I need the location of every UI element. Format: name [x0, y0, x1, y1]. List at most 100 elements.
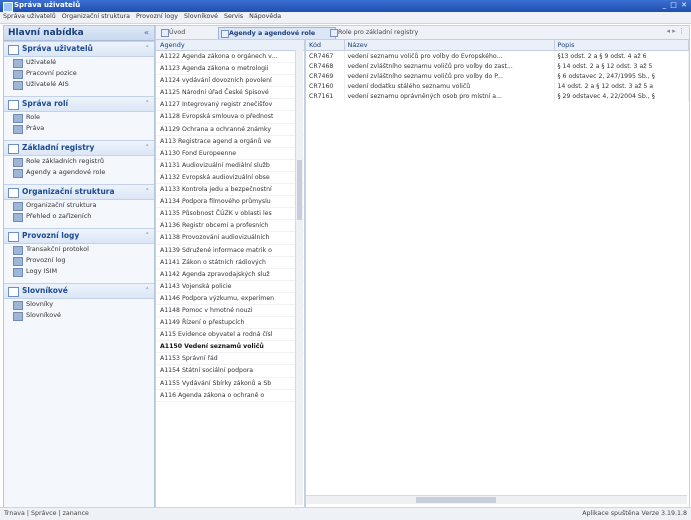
- list-item[interactable]: A1153 Správní řád: [156, 353, 304, 366]
- list-item[interactable]: A1128 Evropská smlouva o přednost: [156, 111, 304, 124]
- menu-bar: Správa uživatelů Organizační struktura Pro…: [0, 12, 691, 24]
- table-row[interactable]: CR7468 vedení zvláštního seznamu voličů p…: [306, 61, 689, 71]
- section-dictionaries[interactable]: Slovníkové ˄: [4, 283, 154, 299]
- roles-icon: [8, 100, 19, 110]
- chevron-up-icon[interactable]: ˄: [146, 141, 150, 155]
- list-item[interactable]: A1149 Řízení o přestupcích: [156, 317, 304, 330]
- nav-item-roles[interactable]: Role: [4, 112, 154, 123]
- list-item[interactable]: A1131 Audiovizuální mediální služb: [156, 160, 304, 172]
- list-item[interactable]: A1132 Evropská audiovizuální obse: [156, 172, 304, 185]
- section-logs[interactable]: Provozní logy ˄: [4, 228, 154, 244]
- list-item[interactable]: A1155 Vydávání Sbírky zákonů a Sb: [156, 378, 304, 390]
- section-label: Základní registry: [22, 143, 95, 152]
- list-item[interactable]: A116 Agenda zákona o ochraně o: [156, 390, 304, 402]
- section-label: Organizační struktura: [22, 187, 115, 196]
- tab-registry-roles[interactable]: Role pro základní registry: [328, 27, 488, 38]
- table-row[interactable]: CR7161 vedení seznamu oprávněných osob pr…: [306, 91, 689, 101]
- nav-item-isim-logs[interactable]: Logy ISIM: [4, 266, 154, 277]
- list-item[interactable]: A113 Registrace agend a orgánů ve: [156, 136, 304, 148]
- nav-item-label: Agendy a agendové role: [26, 168, 106, 176]
- user-icon: [13, 81, 23, 90]
- table-cell: § 14 odst. 2 a § 12 odst. 3 až 5: [554, 61, 689, 71]
- dictionary-icon: [13, 301, 23, 310]
- list-item[interactable]: A1143 Vojenská policie: [156, 281, 304, 293]
- list-item[interactable]: A1130 Fond Europeenne: [156, 148, 304, 160]
- section-users[interactable]: Správa uživatelů ˄: [4, 41, 154, 57]
- list-item[interactable]: A1134 Podpora filmového průmyslu: [156, 196, 304, 209]
- nav-item-agendas[interactable]: Agendy a agendové role: [4, 167, 154, 178]
- nav-item-label: Provozní log: [26, 256, 66, 264]
- list-item[interactable]: A1125 Národní úřad České Spisové: [156, 87, 304, 100]
- list-item[interactable]: A1129 Ochrana a ochranné známky: [156, 124, 304, 136]
- column-header[interactable]: Název: [344, 40, 555, 51]
- collapse-icon[interactable]: «: [144, 26, 149, 40]
- chevron-up-icon[interactable]: ˄: [146, 185, 150, 199]
- column-header[interactable]: Kód: [306, 40, 345, 51]
- table-cell: CR7468: [306, 61, 345, 71]
- section-label: Slovníkové: [22, 286, 68, 295]
- nav-item-transactions[interactable]: Transakční protokol: [4, 244, 154, 255]
- menu-item[interactable]: Provozní logy: [133, 12, 181, 20]
- chevron-up-icon[interactable]: ˄: [146, 284, 150, 298]
- nav-item-registry-roles[interactable]: Role základních registrů: [4, 156, 154, 167]
- nav-item-devices[interactable]: Přehled o zařízeních: [4, 211, 154, 222]
- list-item[interactable]: A1138 Provozování audiovizuálních: [156, 232, 304, 245]
- list-item[interactable]: A1133 Kontrola jedu a bezpečnostní: [156, 184, 304, 197]
- tab-home[interactable]: Úvod: [159, 27, 225, 38]
- nav-item-label: Role základních registrů: [26, 157, 105, 165]
- list-item[interactable]: A1150 Vedení seznamů voličů: [156, 341, 304, 354]
- list-item[interactable]: A1124 vydávání dovozních povolení: [156, 75, 304, 88]
- horizontal-scrollbar[interactable]: [306, 495, 687, 504]
- list-item[interactable]: A1135 Působnost ČÚZK v oblasti les: [156, 208, 304, 221]
- scroll-thumb[interactable]: [297, 160, 302, 220]
- list-item[interactable]: A1142 Agenda zpravodajských služ: [156, 269, 304, 281]
- list-item[interactable]: A1148 Pomoc v hmotné nouzi: [156, 305, 304, 318]
- list-item[interactable]: A1122 Agenda zákona o orgánech v...: [156, 51, 304, 64]
- nav-item-rights[interactable]: Práva: [4, 123, 154, 134]
- nav-item-dictionaries[interactable]: Slovníky: [4, 299, 154, 310]
- nav-item-org-structure[interactable]: Organizační struktura: [4, 200, 154, 211]
- list-item[interactable]: A1136 Registr obcemi a profesních: [156, 220, 304, 233]
- nav-item-dictionary-values[interactable]: Slovníkové: [4, 310, 154, 321]
- chevron-up-icon[interactable]: ˄: [146, 42, 150, 56]
- chevron-up-icon[interactable]: ˄: [146, 97, 150, 111]
- menu-item[interactable]: Slovníkové: [181, 12, 221, 20]
- users-icon: [8, 45, 19, 55]
- nav-item-label: Slovníkové: [26, 311, 62, 319]
- nav-item-ais-users[interactable]: Uživatelé AIS: [4, 79, 154, 90]
- section-roles[interactable]: Správa rolí ˄: [4, 96, 154, 112]
- nav-item-users[interactable]: Uživatelé: [4, 57, 154, 68]
- tab-pager[interactable]: ◂ ▸ ⋮: [667, 27, 685, 35]
- list-item[interactable]: A115 Evidence obyvatel a rodná čísl: [156, 329, 304, 342]
- nav-item-label: Uživatelé AIS: [26, 80, 69, 88]
- menu-item[interactable]: Organizační struktura: [59, 12, 133, 20]
- list-item[interactable]: A1146 Podpora výzkumu, experimen: [156, 293, 304, 305]
- menu-item[interactable]: Servis: [221, 12, 246, 20]
- table-row[interactable]: CR7467 vedení seznamu voličů pro volby do…: [306, 50, 689, 61]
- section-org[interactable]: Organizační struktura ˄: [4, 184, 154, 200]
- scroll-thumb[interactable]: [416, 497, 496, 503]
- list-item[interactable]: A1141 Zákon o státních rádiových: [156, 257, 304, 269]
- table-cell: CR7161: [306, 91, 345, 101]
- nav-item-operation-log[interactable]: Provozní log: [4, 255, 154, 266]
- window-buttons[interactable]: _ □ ✕: [663, 1, 688, 9]
- role-icon: [13, 114, 23, 123]
- list-item[interactable]: A1123 Agenda zákona o metrologii: [156, 63, 304, 76]
- table-cell: vedení zvláštního seznamu voličů pro vol…: [344, 61, 555, 71]
- list-item[interactable]: A1154 Státní sociální podpora: [156, 365, 304, 378]
- table-cell: § 6 odstavec 2, 247/1995 Sb., §: [554, 71, 689, 81]
- chevron-up-icon[interactable]: ˄: [146, 229, 150, 243]
- nav-item-positions[interactable]: Pracovní pozice: [4, 68, 154, 79]
- column-header[interactable]: Popis: [554, 40, 689, 51]
- list-item[interactable]: A1127 Integrovaný registr znečišťov: [156, 99, 304, 112]
- log-icon: [8, 232, 19, 242]
- menu-item[interactable]: Nápověda: [246, 12, 284, 20]
- table-row[interactable]: CR7469 vedení zvláštního seznamu voličů p…: [306, 71, 689, 81]
- table-row[interactable]: CR7160 vedení dodatku stálého seznamu vol…: [306, 81, 689, 91]
- list-item[interactable]: A1139 Sdružené informace matrik o: [156, 245, 304, 257]
- menu-item[interactable]: Správa uživatelů: [0, 12, 59, 20]
- vertical-scrollbar[interactable]: [295, 50, 303, 505]
- nav-item-label: Logy ISIM: [26, 267, 58, 275]
- section-registers[interactable]: Základní registry ˄: [4, 140, 154, 156]
- table-cell: § 29 odstavec 4, 22/2004 Sb., §: [554, 91, 689, 101]
